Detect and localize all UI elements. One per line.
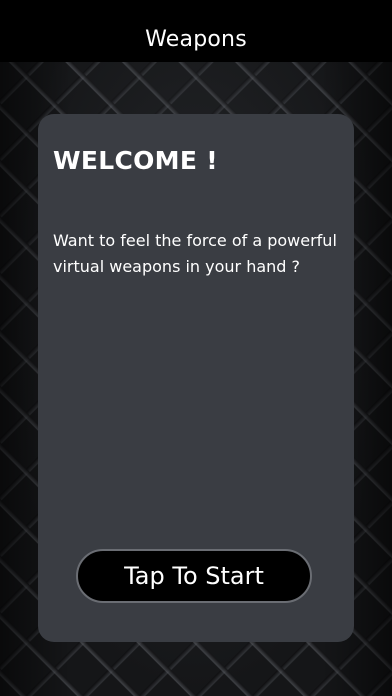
app-screen: Weapons WELCOME ! Want to feel the force… — [0, 0, 392, 696]
welcome-message: Want to feel the force of a powerful vir… — [53, 231, 337, 276]
tap-to-start-label: Tap To Start — [124, 562, 264, 590]
page-title: Weapons — [145, 26, 247, 52]
navigation-bar: Weapons — [0, 0, 392, 62]
welcome-title: WELCOME ! — [53, 146, 218, 175]
tap-to-start-button[interactable]: Tap To Start — [76, 549, 312, 603]
welcome-card: WELCOME ! Want to feel the force of a po… — [38, 114, 354, 642]
